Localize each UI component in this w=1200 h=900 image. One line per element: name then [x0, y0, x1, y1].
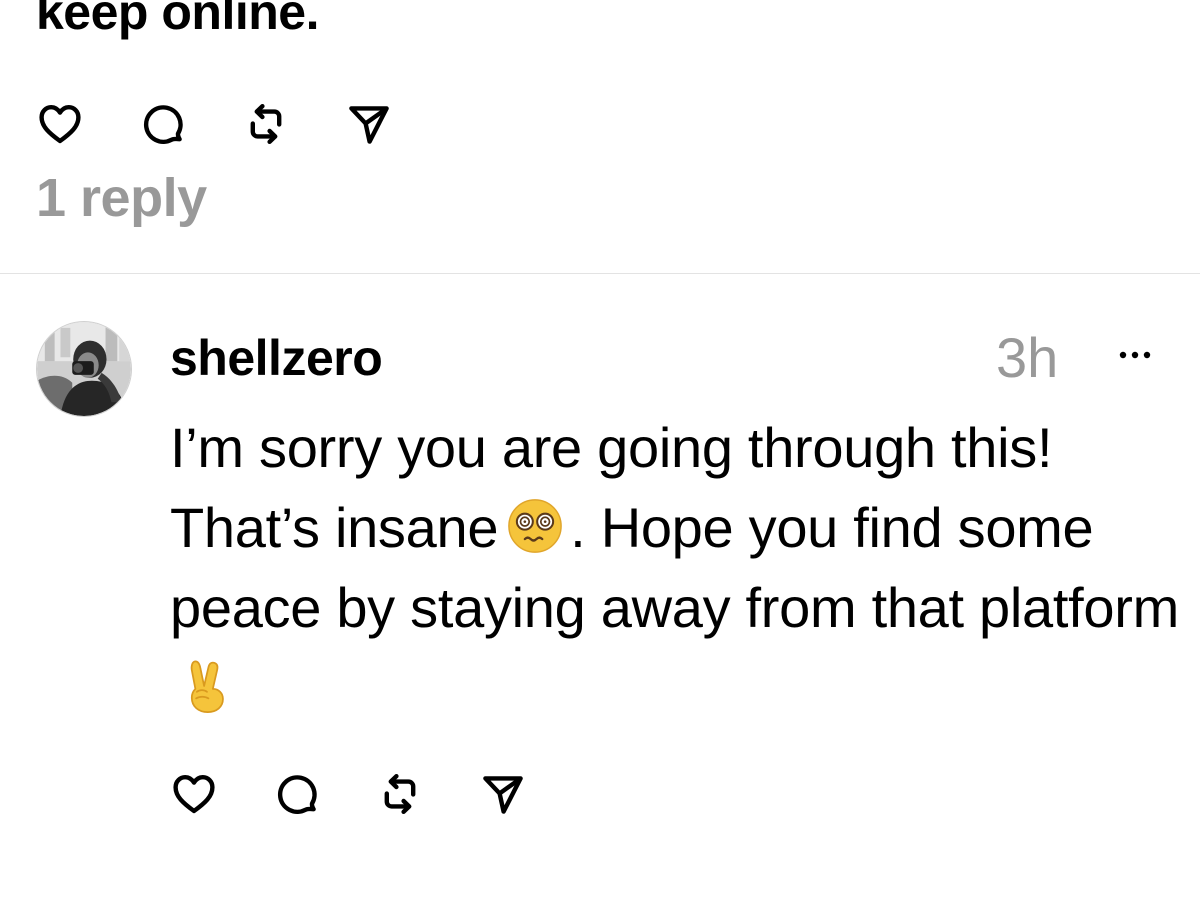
timestamp: 3h: [996, 326, 1059, 389]
avatar[interactable]: [36, 321, 132, 417]
share-button[interactable]: [343, 98, 395, 150]
previous-post-actions: [34, 98, 395, 150]
repost-button[interactable]: [240, 98, 292, 150]
post-divider: [0, 273, 1200, 274]
username[interactable]: shellzero: [170, 326, 383, 390]
reply-actions: [168, 768, 529, 820]
heart-icon: [173, 775, 215, 814]
heart-icon: [39, 105, 81, 144]
send-icon: [483, 776, 523, 814]
share-button[interactable]: [477, 768, 529, 820]
comment-button[interactable]: [137, 98, 189, 150]
reply-count-link[interactable]: 1 reply: [36, 166, 207, 230]
victory-hand-icon: [178, 657, 236, 715]
repost-icon: [250, 104, 282, 144]
comment-icon: [277, 775, 317, 814]
more-options-button[interactable]: [1112, 340, 1158, 370]
send-icon: [349, 106, 389, 144]
repost-icon: [384, 774, 416, 814]
avatar-photo: [37, 322, 131, 416]
like-button[interactable]: [34, 98, 86, 150]
comment-icon: [143, 105, 183, 144]
like-button[interactable]: [168, 768, 220, 820]
previous-post-text: keep online.: [36, 0, 319, 40]
face-with-spiral-eyes-icon: [506, 497, 564, 555]
more-icon: [1119, 351, 1151, 359]
reply-text: I’m sorry you are going through this! Th…: [170, 408, 1180, 728]
comment-button[interactable]: [271, 768, 323, 820]
repost-button[interactable]: [374, 768, 426, 820]
